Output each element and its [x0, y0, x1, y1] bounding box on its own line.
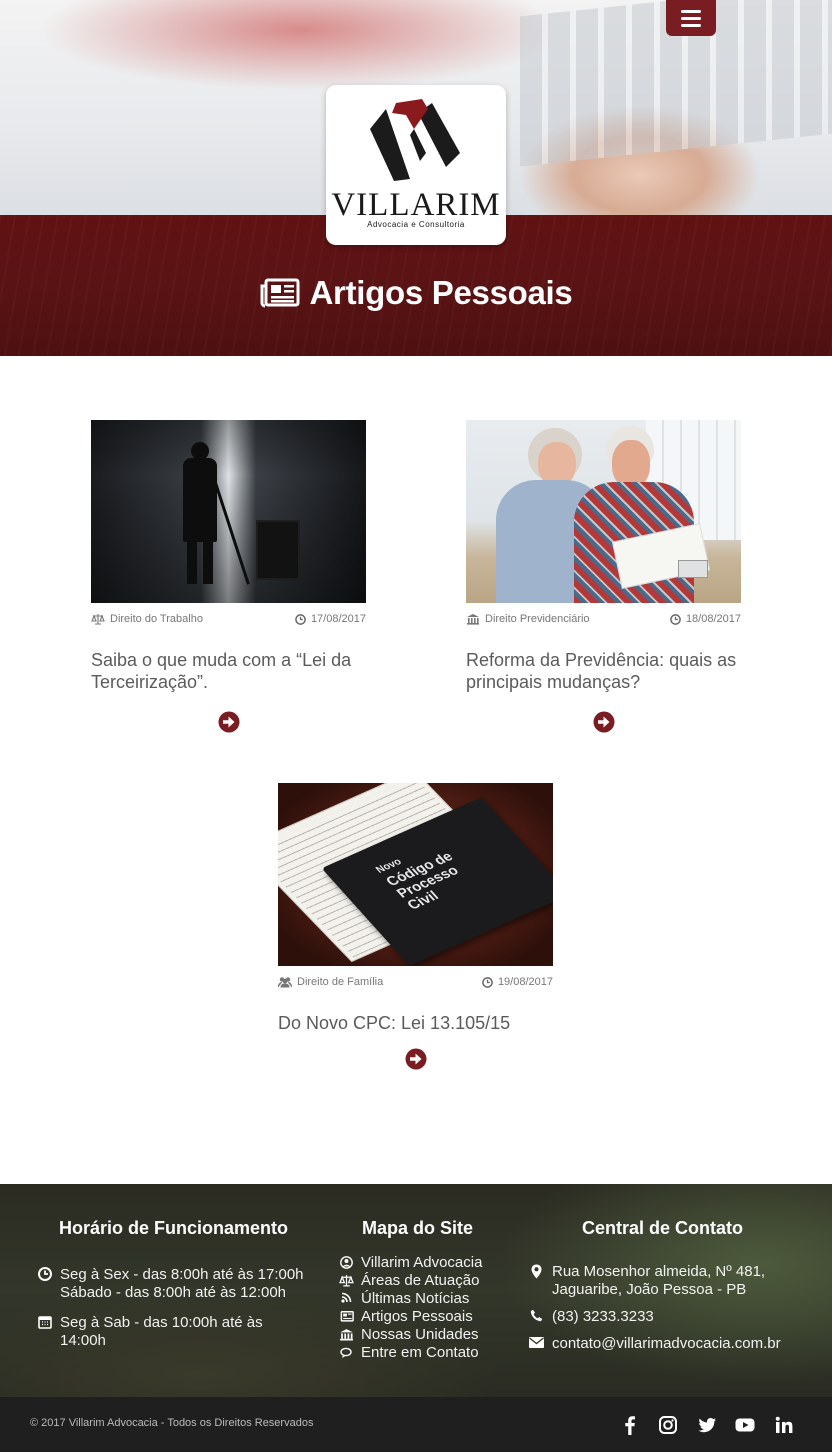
- institution-icon: [340, 1329, 353, 1341]
- article-category-label: Direito de Família: [297, 976, 384, 988]
- hours-line: 14:00h: [60, 1332, 106, 1349]
- envelope-icon: [529, 1337, 544, 1348]
- balance-scale-icon: [91, 614, 105, 625]
- hours-line: Sábado - das 8:00h até às 12:00h: [60, 1284, 287, 1301]
- read-more-arrow-icon[interactable]: [218, 711, 240, 733]
- article-image[interactable]: [91, 420, 366, 603]
- footer-contact-title: Central de Contato: [582, 1218, 744, 1238]
- page-header: VILLARIM Advocacia e Consultoria Artigos…: [0, 0, 832, 356]
- article-date: 19/08/2017: [482, 976, 553, 988]
- youtube-icon[interactable]: [734, 1414, 756, 1436]
- contact-email[interactable]: contato@villarimadvocacia.com.br: [552, 1335, 781, 1353]
- twitter-icon[interactable]: [696, 1414, 718, 1436]
- sitemap-link[interactable]: Artigos Pessoais: [361, 1308, 473, 1326]
- user-circle-icon: [340, 1256, 353, 1269]
- article-category-label: Direito do Trabalho: [110, 613, 203, 625]
- newspaper-icon: [340, 1311, 354, 1322]
- article-image[interactable]: [466, 420, 741, 603]
- article-card[interactable]: Novo Código de Processo Civil Direito de…: [278, 783, 553, 1070]
- article-meta: Direito do Trabalho 17/08/2017: [91, 603, 366, 635]
- hours-line: Seg à Sab - das 10:00h até às: [60, 1314, 263, 1331]
- article-meta: Direito de Família 19/08/2017: [278, 966, 553, 998]
- sitemap-link[interactable]: Entre em Contato: [361, 1344, 479, 1362]
- clock-icon: [482, 976, 493, 988]
- rss-icon: [341, 1292, 352, 1303]
- article-meta: Direito Previdenciário 18/08/2017: [466, 603, 741, 635]
- footer-hours-title: Horário de Funcionamento: [59, 1218, 289, 1238]
- address-line: Rua Mosenhor almeida, Nº 481,: [552, 1263, 766, 1280]
- logo-tagline: Advocacia e Consultoria: [367, 220, 465, 229]
- clock-icon: [670, 613, 681, 625]
- article-date: 18/08/2017: [670, 613, 741, 625]
- linkedin-icon[interactable]: [773, 1414, 795, 1436]
- article-card[interactable]: Direito do Trabalho 17/08/2017 Saiba o q…: [91, 420, 366, 733]
- sitemap-link[interactable]: Últimas Notícias: [361, 1290, 469, 1308]
- page-title-row: Artigos Pessoais: [0, 274, 832, 312]
- article-date-label: 17/08/2017: [310, 613, 366, 625]
- site-logo[interactable]: VILLARIM Advocacia e Consultoria: [326, 85, 506, 245]
- logo-name: VILLARIM: [331, 187, 501, 223]
- article-card[interactable]: Direito Previdenciário 18/08/2017 Reform…: [466, 420, 741, 733]
- comments-icon: [340, 1347, 352, 1358]
- contact-phone[interactable]: (83) 3233.3233: [552, 1308, 654, 1326]
- sitemap-link[interactable]: Áreas de Atuação: [361, 1272, 479, 1290]
- map-marker-icon: [531, 1264, 542, 1279]
- site-footer: Horário de Funcionamento Seg à Sex - das…: [0, 1184, 832, 1397]
- users-icon: [278, 977, 292, 988]
- hours-weekend: Seg à Sab - das 10:00h até às 14:00h: [60, 1314, 263, 1350]
- article-title[interactable]: Saiba o que muda com a “Lei da Terceiriz…: [91, 649, 366, 711]
- logo-mark-icon: [370, 99, 460, 181]
- read-more-arrow-icon[interactable]: [593, 711, 615, 733]
- institution-icon: [467, 614, 479, 625]
- article-date: 17/08/2017: [295, 613, 366, 625]
- article-date-label: 18/08/2017: [685, 613, 741, 625]
- contact-address: Rua Mosenhor almeida, Nº 481, Jaguaribe,…: [552, 1263, 765, 1299]
- article-title[interactable]: Do Novo CPC: Lei 13.105/15: [278, 1012, 553, 1048]
- article-category-label: Direito Previdenciário: [485, 613, 590, 625]
- read-more-arrow-icon[interactable]: [405, 1048, 427, 1070]
- calendar-icon: [38, 1316, 52, 1329]
- address-line: Jaguaribe, João Pessoa - PB: [552, 1281, 747, 1298]
- sitemap-link[interactable]: Villarim Advocacia: [361, 1254, 482, 1272]
- article-category[interactable]: Direito Previdenciário: [466, 613, 590, 625]
- article-title[interactable]: Reforma da Previdência: quais as princip…: [466, 649, 741, 711]
- copyright: © 2017 Villarim Advocacia - Todos os Dir…: [30, 1417, 314, 1429]
- hours-weekday: Seg à Sex - das 8:00h até às 17:00h Sába…: [60, 1266, 304, 1302]
- bottom-bar: © 2017 Villarim Advocacia - Todos os Dir…: [0, 1397, 832, 1452]
- article-category[interactable]: Direito de Família: [278, 976, 383, 988]
- article-date-label: 19/08/2017: [497, 976, 553, 988]
- newspaper-icon: [260, 278, 299, 308]
- footer-sitemap-title: Mapa do Site: [362, 1218, 474, 1238]
- article-category[interactable]: Direito do Trabalho: [91, 613, 203, 625]
- clock-icon: [295, 613, 306, 625]
- facebook-icon[interactable]: [619, 1414, 641, 1436]
- balance-scale-icon: [339, 1275, 354, 1287]
- sitemap-link[interactable]: Nossas Unidades: [361, 1326, 479, 1344]
- article-image[interactable]: Novo Código de Processo Civil: [278, 783, 553, 966]
- instagram-icon[interactable]: [657, 1414, 679, 1436]
- phone-icon: [530, 1309, 543, 1322]
- hours-line: Seg à Sex - das 8:00h até às 17:00h: [60, 1266, 304, 1283]
- menu-button[interactable]: [666, 0, 716, 36]
- clock-icon: [38, 1267, 52, 1281]
- page-title: Artigos Pessoais: [309, 274, 573, 311]
